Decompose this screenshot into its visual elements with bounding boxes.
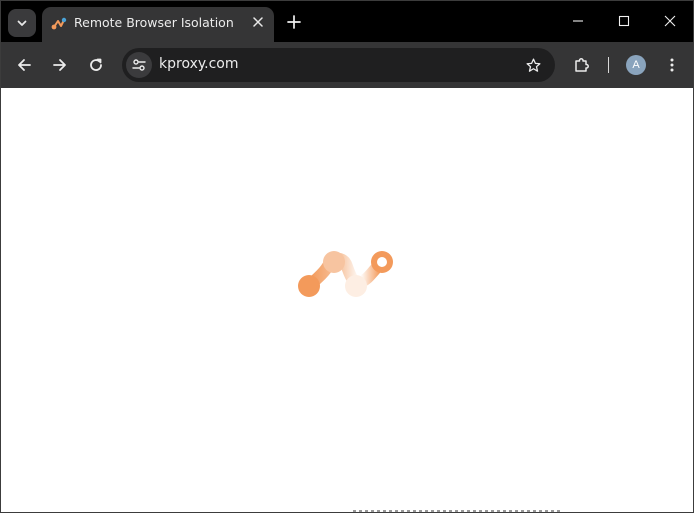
back-button[interactable]	[10, 51, 38, 79]
forward-button[interactable]	[46, 51, 74, 79]
title-bar: Remote Browser Isolation	[1, 1, 693, 42]
kproxy-loading-logo	[296, 248, 396, 302]
close-icon	[664, 15, 676, 27]
close-icon	[253, 17, 263, 27]
more-vert-icon	[670, 58, 674, 72]
url-text[interactable]: kproxy.com	[159, 56, 239, 72]
maximize-icon	[618, 15, 630, 27]
star-icon	[525, 57, 541, 72]
tab-title: Remote Browser Isolation	[74, 15, 234, 30]
site-info-button[interactable]	[126, 52, 152, 78]
maximize-button[interactable]	[601, 1, 647, 41]
toolbar: kproxy.com A	[1, 42, 693, 88]
new-tab-button[interactable]	[282, 10, 306, 34]
tab-search-button[interactable]	[8, 9, 36, 37]
puzzle-icon	[575, 58, 589, 72]
page-content	[1, 88, 693, 512]
reload-icon	[90, 58, 102, 71]
tune-icon	[132, 59, 146, 71]
browser-window: Remote Browser Isolation kproxy.com A	[0, 0, 694, 513]
reload-button[interactable]	[82, 51, 110, 79]
active-tab[interactable]: Remote Browser Isolation	[42, 7, 274, 42]
kproxy-logo-icon	[51, 16, 67, 32]
minimize-button[interactable]	[555, 1, 601, 41]
plus-icon	[287, 15, 301, 29]
profile-avatar[interactable]: A	[626, 55, 646, 75]
address-bar[interactable]: kproxy.com	[122, 48, 555, 82]
arrow-left-icon	[18, 59, 31, 71]
minimize-icon	[573, 20, 583, 22]
close-window-button[interactable]	[647, 1, 693, 41]
bookmark-star-button[interactable]	[523, 55, 543, 75]
chevron-down-icon	[16, 14, 28, 33]
faint-text-residue	[353, 510, 563, 512]
extensions-button[interactable]	[568, 51, 596, 79]
tab-close-button[interactable]	[249, 13, 267, 31]
arrow-right-icon	[53, 59, 66, 71]
menu-button[interactable]	[658, 51, 686, 79]
toolbar-divider	[608, 57, 609, 73]
